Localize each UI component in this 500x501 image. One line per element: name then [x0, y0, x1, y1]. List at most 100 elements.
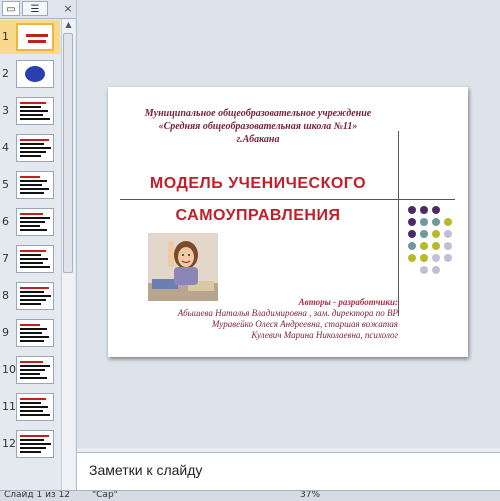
slide-thumbnail[interactable] [16, 319, 54, 347]
decorative-dot [444, 218, 452, 226]
thumbnail-graphic [20, 180, 47, 182]
decorative-dot [432, 218, 440, 226]
thumbnail-graphic [20, 258, 48, 260]
zoom-level[interactable]: 37% [300, 491, 320, 500]
decorative-dot [432, 242, 440, 250]
slide-thumbnail[interactable] [16, 208, 54, 236]
org-line: «Средняя общеобразовательная школа №11» [158, 121, 358, 132]
decorative-dot [432, 254, 440, 262]
thumbnail-graphic [25, 66, 45, 82]
decorative-dot [408, 218, 416, 226]
slide-thumbnail-row[interactable]: 10 [0, 353, 60, 387]
slide-thumbnail-row[interactable]: 6 [0, 205, 60, 239]
slide-thumbnail-row[interactable]: 3 [0, 94, 60, 128]
slides-tab-icon[interactable]: ▭ [2, 1, 20, 16]
slide-thumbnail[interactable] [16, 60, 54, 88]
thumbnail-graphic [20, 328, 47, 330]
thumbnail-graphic [20, 262, 43, 264]
slide-thumbnail-row[interactable]: 1 [0, 20, 60, 54]
decorative-dot [432, 206, 440, 214]
slide-thumbnail-row[interactable]: 8 [0, 279, 60, 313]
outline-tab-icon[interactable]: ☰ [22, 1, 48, 16]
slide-counter: Слайд 1 из 12 [4, 490, 71, 500]
slide-number: 1 [2, 30, 9, 43]
thumbnail-graphic [20, 410, 43, 412]
thumbnail-graphic [28, 40, 46, 43]
horizontal-divider [120, 199, 455, 200]
decorative-dot [408, 254, 416, 262]
thumbnail-graphic [20, 266, 50, 268]
notes-placeholder[interactable]: Заметки к слайду [89, 462, 202, 478]
scroll-up-arrow-icon[interactable]: ▲ [62, 19, 75, 31]
slide-thumbnail-row[interactable]: 11 [0, 390, 60, 424]
author-line: Кулевич Марина Николаевна, психолог [251, 330, 398, 340]
org-line: г.Абакана [236, 134, 280, 145]
slide-thumbnail[interactable] [16, 430, 54, 458]
slide-thumbnail[interactable] [16, 171, 54, 199]
slide-thumbnail[interactable] [16, 356, 54, 384]
panel-tabs: ▭ ☰ × [0, 0, 76, 19]
close-icon[interactable]: × [62, 2, 74, 16]
slide-number: 11 [2, 400, 16, 413]
scrollbar-thumb[interactable] [63, 33, 73, 273]
slide-thumbnail-row[interactable]: 5 [0, 168, 60, 202]
thumbnail-graphic [20, 295, 51, 297]
thumbnail-graphic [20, 299, 46, 301]
thumbnail-graphic [20, 398, 46, 400]
slide-thumbnail-row[interactable]: 12 [0, 427, 60, 461]
thumbnail-graphic [20, 147, 51, 149]
slide-thumbnail-row[interactable]: 2 [0, 57, 60, 91]
thumbnail-graphic [20, 443, 51, 445]
slide[interactable]: Муниципальное общеобразовательное учрежд… [108, 87, 468, 357]
thumbnail-graphic [20, 143, 44, 145]
authors-heading: Авторы - разработчики: [298, 297, 398, 307]
thumbnail-graphic [20, 402, 41, 404]
thumbnail-graphic [20, 361, 43, 363]
slide-thumbnail[interactable] [16, 134, 54, 162]
thumbnail-graphic [20, 291, 44, 293]
slide-thumbnail-row[interactable]: 4 [0, 131, 60, 165]
slide-title-line1: МОДЕЛЬ УЧЕНИЧЕСКОГО [149, 175, 367, 192]
decorative-dot [420, 266, 428, 274]
slide-thumbnail[interactable] [16, 282, 54, 310]
thumbnail-graphic [20, 221, 45, 223]
decorative-dot [432, 266, 440, 274]
author-line: Абышева Наталья Владимировна , зам. дире… [177, 308, 398, 318]
slide-thumbnail[interactable] [16, 23, 54, 51]
thumbnail-graphic [20, 217, 50, 219]
thumbnail-graphic [20, 287, 49, 289]
slide-number: 9 [2, 326, 9, 339]
slide-thumbnail-row[interactable]: 7 [0, 242, 60, 276]
organization-text: Муниципальное общеобразовательное учрежд… [108, 107, 408, 146]
thumbnail-graphic [20, 414, 50, 416]
thumbnail-graphic [20, 213, 43, 215]
thumbnail-graphic [20, 176, 40, 178]
slide-thumbnail[interactable] [16, 245, 54, 273]
slide-number: 4 [2, 141, 9, 154]
slide-thumbnail-row[interactable]: 9 [0, 316, 60, 350]
panel-scrollbar[interactable]: ▲ [61, 19, 75, 490]
org-line: Муниципальное общеобразовательное учрежд… [144, 108, 372, 119]
slide-title-line2: САМОУПРАВЛЕНИЯ [175, 207, 341, 224]
slide-number: 12 [2, 437, 16, 450]
decorative-dot [408, 230, 416, 238]
slide-thumbnail[interactable] [16, 393, 54, 421]
thumbnail-graphic [20, 373, 40, 375]
notes-pane[interactable]: Заметки к слайду [77, 452, 500, 491]
thumbnail-graphic [20, 106, 41, 108]
decorative-dot [420, 254, 428, 262]
slide-number: 5 [2, 178, 9, 191]
decorative-dot [444, 242, 452, 250]
slide-thumbnail[interactable] [16, 97, 54, 125]
slide-number: 8 [2, 289, 9, 302]
decorative-dot-grid [400, 204, 464, 294]
decorative-dot [444, 230, 452, 238]
slide-number: 7 [2, 252, 9, 265]
thumbnail-graphic [20, 155, 41, 157]
decorative-dot [420, 206, 428, 214]
thumbnail-graphic [20, 114, 43, 116]
slide-number: 10 [2, 363, 16, 376]
thumbnail-graphic [20, 225, 40, 227]
thumbnail-graphic [20, 139, 49, 141]
thumbnail-graphic [20, 188, 49, 190]
